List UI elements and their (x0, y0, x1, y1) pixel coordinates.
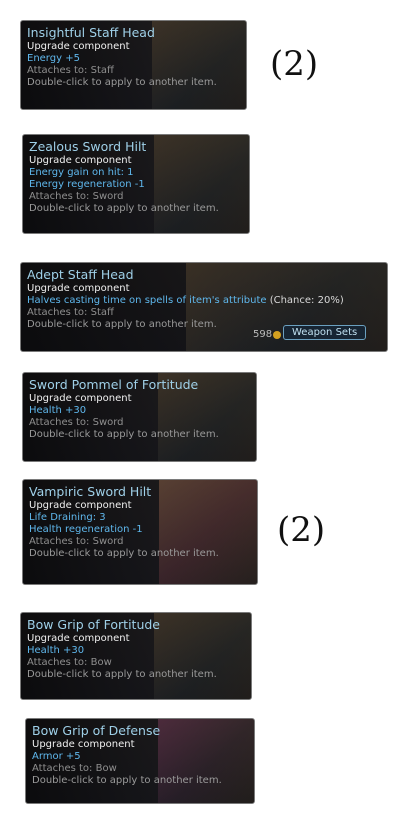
item-subtitle: Upgrade component (29, 393, 132, 404)
apply-hint: Double-click to apply to another item. (32, 775, 222, 786)
attaches-to: Attaches to: Sword (29, 417, 124, 428)
attaches-to: Attaches to: Bow (27, 657, 112, 668)
item-stat: Halves casting time on spells of item's … (27, 295, 267, 306)
chance-text: (Chance: 20%) (269, 295, 344, 306)
tooltip-vampiric-sword-hilt: Vampiric Sword Hilt Upgrade component Li… (22, 479, 258, 585)
item-stat: Life Draining: 3 (29, 512, 106, 523)
item-title: Vampiric Sword Hilt (29, 484, 152, 499)
apply-hint: Double-click to apply to another item. (27, 77, 217, 88)
apply-hint: Double-click to apply to another item. (29, 548, 219, 559)
gold-amount: 598 (253, 329, 273, 340)
item-stat: Health regeneration -1 (29, 524, 143, 535)
tooltip-insightful-staff-head: Insightful Staff Head Upgrade component … (20, 20, 247, 110)
attaches-to: Attaches to: Staff (27, 65, 114, 76)
item-stat: Energy gain on hit: 1 (29, 167, 134, 178)
attaches-to: Attaches to: Sword (29, 536, 124, 547)
item-count: (2) (270, 44, 319, 84)
item-title: Bow Grip of Defense (32, 723, 161, 738)
item-count: (2) (277, 510, 326, 550)
tooltip-adept-staff-head: Adept Staff Head Upgrade component Halve… (20, 262, 388, 352)
item-subtitle: Upgrade component (27, 283, 130, 294)
tooltip-sword-pommel-of-fortitude: Sword Pommel of Fortitude Upgrade compon… (22, 372, 257, 462)
item-subtitle: Upgrade component (29, 155, 132, 166)
item-subtitle: Upgrade component (27, 41, 130, 52)
weapon-sets-button[interactable]: Weapon Sets (283, 325, 367, 340)
apply-hint: Double-click to apply to another item. (29, 203, 219, 214)
attaches-to: Attaches to: Staff (27, 307, 114, 318)
item-title: Sword Pommel of Fortitude (29, 377, 199, 392)
tooltip-bow-grip-of-fortitude: Bow Grip of Fortitude Upgrade component … (20, 612, 252, 700)
item-stat: Health +30 (29, 405, 87, 416)
item-title: Bow Grip of Fortitude (27, 617, 161, 632)
item-title: Adept Staff Head (27, 267, 134, 282)
tooltip-bow-grip-of-defense: Bow Grip of Defense Upgrade component Ar… (25, 718, 255, 804)
item-stat: Energy +5 (27, 53, 80, 64)
item-subtitle: Upgrade component (32, 739, 135, 750)
apply-hint: Double-click to apply to another item. (29, 429, 219, 440)
item-title: Zealous Sword Hilt (29, 139, 147, 154)
item-stat: Health +30 (27, 645, 85, 656)
item-stat: Armor +5 (32, 751, 81, 762)
item-subtitle: Upgrade component (27, 633, 130, 644)
item-stat: Energy regeneration -1 (29, 179, 145, 190)
apply-hint: Double-click to apply to another item. (27, 669, 217, 680)
item-title: Insightful Staff Head (27, 25, 155, 40)
attaches-to: Attaches to: Bow (32, 763, 117, 774)
tooltip-zealous-sword-hilt: Zealous Sword Hilt Upgrade component Ene… (22, 134, 250, 234)
attaches-to: Attaches to: Sword (29, 191, 124, 202)
gold-coin-icon (273, 331, 281, 339)
item-subtitle: Upgrade component (29, 500, 132, 511)
